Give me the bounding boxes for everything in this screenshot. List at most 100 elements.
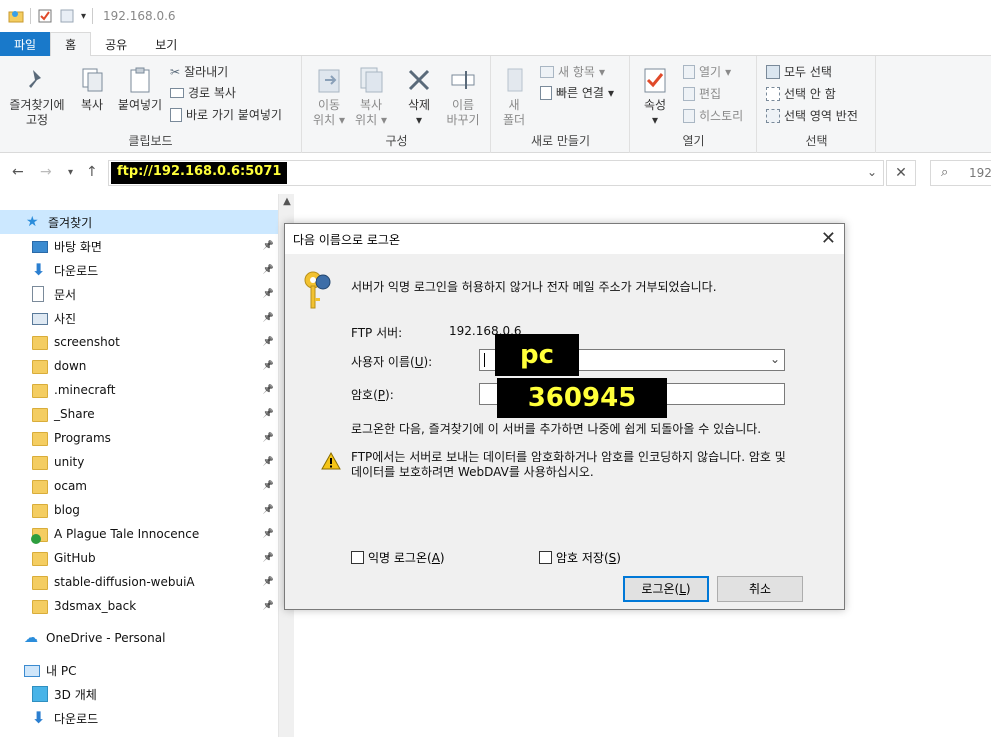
select-all-button[interactable]: 모두 선택 — [766, 63, 832, 80]
sidebar-item-label: Programs — [54, 431, 111, 445]
properties-button[interactable]: 속성 ▾ — [637, 66, 673, 128]
invert-selection-button[interactable]: 선택 영역 반전 — [766, 107, 858, 124]
pin-icon[interactable]: 📌 — [263, 457, 274, 467]
new-folder-button[interactable]: 새 폴더 — [498, 66, 530, 128]
sidebar-item-quick-access[interactable]: ★ 즐겨찾기 — [26, 210, 92, 234]
cancel-button[interactable]: 취소 — [717, 576, 803, 602]
cloud-icon: ☁ — [24, 630, 38, 646]
sidebar-item-this-pc[interactable]: 내 PC — [24, 658, 76, 682]
sidebar-item-label: 바탕 화면 — [54, 239, 102, 254]
copy-to-button[interactable]: 복사 위치 ▾ — [351, 66, 391, 128]
select-none-button[interactable]: 선택 안 함 — [766, 85, 836, 102]
pin-icon[interactable]: 📌 — [263, 289, 274, 299]
new-item-button[interactable]: 새 항목 ▾ — [540, 63, 605, 80]
recent-locations-icon[interactable]: ▾ — [68, 167, 73, 178]
sidebar-item[interactable]: blog 📌 — [32, 498, 278, 522]
delete-dropdown-icon: ▾ — [415, 113, 423, 127]
rename-button[interactable]: 이름 바꾸기 — [441, 66, 485, 128]
sidebar-item-onedrive[interactable]: ☁ OneDrive - Personal — [24, 626, 165, 650]
sidebar-item[interactable]: GitHub 📌 — [32, 546, 278, 570]
logon-button[interactable]: 로그온(L) — [623, 576, 709, 602]
pin-icon[interactable]: 📌 — [263, 361, 274, 371]
address-bar[interactable]: ftp://192.168.0.6:5071 ⌄ — [108, 160, 884, 186]
tab-share[interactable]: 공유 — [91, 32, 141, 56]
clipboard-group: 즐겨찾기에 고정 복사 붙여넣기 ✂ 잘라내기 경로 복사 바로 가기 붙여넣기… — [0, 56, 302, 153]
save-password-checkbox[interactable]: 암호 저장(S) — [539, 549, 621, 566]
back-arrow-icon[interactable]: ← — [12, 164, 24, 180]
pin-icon[interactable]: 📌 — [263, 337, 274, 347]
forward-arrow-icon[interactable]: → — [40, 164, 52, 180]
anonymous-logon-checkbox[interactable]: 익명 로그온(A) — [351, 549, 445, 566]
easy-access-button[interactable]: 빠른 연결 ▾ — [540, 84, 614, 101]
checkbox-box[interactable] — [351, 551, 364, 564]
open-button[interactable]: 열기 ▾ — [683, 63, 731, 80]
pin-to-quick-access-button[interactable]: 즐겨찾기에 고정 — [6, 66, 68, 128]
easy-access-label: 빠른 연결 — [556, 86, 604, 100]
open-group: 속성 ▾ 열기 ▾ 편집 히스토리 열기 — [631, 56, 757, 153]
sidebar-item[interactable]: 바탕 화면 📌 — [32, 234, 278, 258]
sidebar-item[interactable]: A Plague Tale Innocence 📌 — [31, 522, 278, 546]
folder-icon — [32, 455, 48, 470]
new-folder-icon — [507, 68, 523, 92]
sidebar-item[interactable]: down 📌 — [32, 354, 278, 378]
sidebar-item[interactable]: 사진 📌 — [32, 306, 278, 330]
pin-icon[interactable]: 📌 — [263, 553, 274, 563]
sidebar-item[interactable]: 3dsmax_back 📌 — [32, 594, 278, 618]
chevron-down-icon[interactable]: ⌄ — [770, 352, 780, 366]
checkbox-box[interactable] — [539, 551, 552, 564]
move-to-button[interactable]: 이동 위치 ▾ — [309, 66, 349, 128]
tab-home[interactable]: 홈 — [50, 32, 92, 56]
close-icon[interactable]: ✕ — [821, 228, 836, 249]
copy-path-button[interactable]: 경로 복사 — [170, 84, 236, 101]
sidebar-item[interactable]: stable-diffusion-webuiA 📌 — [32, 570, 278, 594]
properties-icon[interactable] — [37, 8, 53, 24]
tab-view[interactable]: 보기 — [141, 32, 191, 56]
sidebar-item[interactable]: .minecraft 📌 — [32, 378, 278, 402]
sidebar-item[interactable]: ocam 📌 — [32, 474, 278, 498]
sidebar-item[interactable]: unity 📌 — [32, 450, 278, 474]
sidebar-item[interactable]: screenshot 📌 — [32, 330, 278, 354]
edit-button[interactable]: 편집 — [683, 85, 721, 102]
search-input[interactable]: ⌕ 192 — [930, 160, 991, 186]
pin-icon[interactable]: 📌 — [263, 433, 274, 443]
paste-shortcut-label: 바로 가기 붙여넣기 — [186, 108, 282, 122]
address-path[interactable]: ftp://192.168.0.6:5071 — [111, 162, 288, 184]
customize-qat-icon[interactable]: ▾ — [81, 11, 86, 22]
sidebar-item[interactable]: 문서 📌 — [32, 282, 278, 306]
pin-icon[interactable]: 📌 — [263, 529, 274, 539]
new-folder-icon[interactable] — [59, 8, 75, 24]
pin-icon[interactable]: 📌 — [263, 385, 274, 395]
pin-icon[interactable]: 📌 — [263, 313, 274, 323]
pin-icon[interactable]: 📌 — [263, 481, 274, 491]
sidebar-item-3d-objects[interactable]: 3D 개체 — [32, 682, 97, 706]
pin-icon[interactable]: 📌 — [263, 409, 274, 419]
scroll-up-icon[interactable]: ▲ — [279, 196, 295, 207]
pin-icon[interactable]: 📌 — [263, 505, 274, 515]
sidebar-item[interactable]: Programs 📌 — [32, 426, 278, 450]
pin-icon[interactable]: 📌 — [263, 577, 274, 587]
close-icon[interactable]: ✕ — [886, 160, 916, 186]
pin-icon[interactable]: 📌 — [263, 241, 274, 251]
sidebar-item-downloads-pc[interactable]: ⬇ 다운로드 — [32, 706, 98, 730]
sidebar-item-label: screenshot — [54, 335, 120, 349]
sidebar-item-label: blog — [54, 503, 80, 517]
history-button[interactable]: 히스토리 — [683, 107, 743, 124]
chevron-down-icon[interactable]: ⌄ — [867, 165, 877, 179]
pin-icon[interactable]: 📌 — [263, 601, 274, 611]
dialog-message: 서버가 익명 로그인을 허용하지 않거나 전자 메일 주소가 거부되었습니다. — [351, 280, 717, 294]
paste-button[interactable]: 붙여넣기 — [114, 66, 166, 113]
pin-icon[interactable]: 📌 — [263, 265, 274, 275]
download-icon: ⬇ — [32, 260, 46, 279]
tab-file[interactable]: 파일 — [0, 32, 51, 56]
copy-button[interactable]: 복사 — [72, 66, 112, 113]
sidebar-item-label: 다운로드 — [54, 711, 99, 726]
sidebar-item[interactable]: _Share 📌 — [32, 402, 278, 426]
sidebar-item[interactable]: ⬇ 다운로드 📌 — [32, 258, 278, 282]
cut-button[interactable]: ✂ 잘라내기 — [170, 63, 228, 80]
paste-shortcut-button[interactable]: 바로 가기 붙여넣기 — [170, 106, 282, 123]
delete-button[interactable]: 삭제 ▾ — [399, 66, 439, 128]
up-arrow-icon[interactable]: ↑ — [86, 164, 98, 180]
search-icon: ⌕ — [941, 165, 949, 180]
copy-path-icon — [170, 87, 184, 98]
quick-access-toolbar: ▾ — [8, 8, 94, 24]
